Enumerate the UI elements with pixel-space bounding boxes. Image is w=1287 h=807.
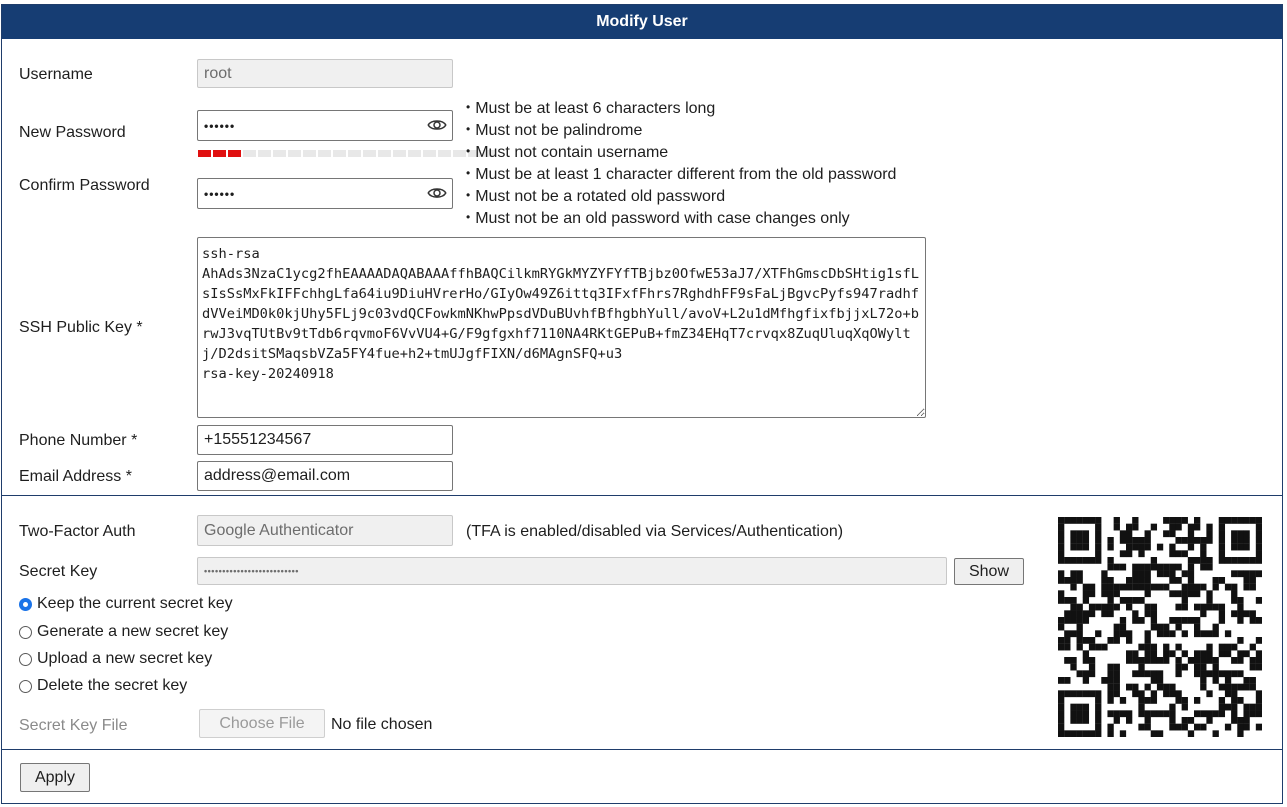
email-label: Email Address * <box>19 468 132 485</box>
tfa-note: (TFA is enabled/disabled via Services/Au… <box>466 523 844 540</box>
choose-file-button: Choose File <box>199 709 325 738</box>
radio-icon[interactable] <box>19 679 32 693</box>
strength-segment <box>363 150 376 157</box>
radio-label: Generate a new secret key <box>37 623 229 640</box>
phone-value: +15551234567 <box>204 431 312 448</box>
strength-segment <box>213 150 226 157</box>
email-value: address@email.com <box>204 467 351 484</box>
radio-label: Upload a new secret key <box>37 650 213 667</box>
password-rule: Must be at least 6 characters long <box>466 98 896 120</box>
confirm-password-field[interactable]: •••••• <box>197 178 453 209</box>
phone-input[interactable]: +15551234567 <box>197 425 453 455</box>
show-password-icon[interactable] <box>427 115 447 135</box>
strength-segment <box>333 150 346 157</box>
tfa-method-field: Google Authenticator <box>197 515 453 546</box>
secret-key-value: •••••••••••••••••••••••••• <box>204 566 299 576</box>
password-rule: Must not be a rotated old password <box>466 186 896 208</box>
file-status: No file chosen <box>331 716 433 733</box>
show-secret-key-button[interactable]: Show <box>954 558 1024 585</box>
panel-title: Modify User <box>2 5 1282 39</box>
footer-divider <box>2 749 1282 750</box>
password-rule: Must not contain username <box>466 142 896 164</box>
strength-segment <box>318 150 331 157</box>
ssh-key-textarea[interactable] <box>197 237 926 418</box>
secret-key-label: Secret Key <box>19 563 98 580</box>
radio-label: Keep the current secret key <box>37 595 233 612</box>
radio-label: Delete the secret key <box>37 677 188 694</box>
strength-segment <box>273 150 286 157</box>
strength-segment <box>348 150 361 157</box>
ssh-key-label: SSH Public Key * <box>19 319 143 336</box>
strength-segment <box>393 150 406 157</box>
password-rules-list: Must be at least 6 characters long Must … <box>466 98 896 230</box>
strength-segment <box>243 150 256 157</box>
secret-key-field: •••••••••••••••••••••••••• <box>197 557 947 585</box>
strength-segment <box>288 150 301 157</box>
strength-segment <box>438 150 451 157</box>
radio-icon[interactable] <box>19 652 32 666</box>
modify-user-panel: Modify User Username root New Password •… <box>1 4 1283 804</box>
phone-label: Phone Number * <box>19 432 138 449</box>
section-divider <box>2 495 1282 496</box>
strength-segment <box>453 150 466 157</box>
qr-code-image <box>1058 517 1262 737</box>
strength-segment <box>228 150 241 157</box>
username-field: root <box>197 59 453 88</box>
strength-segment <box>408 150 421 157</box>
password-rule: Must not be palindrome <box>466 120 896 142</box>
new-password-label: New Password <box>19 124 126 141</box>
show-confirm-password-icon[interactable] <box>427 183 447 203</box>
password-strength-meter <box>198 150 496 157</box>
password-rule: Must be at least 1 character different f… <box>466 164 896 186</box>
new-password-value: •••••• <box>204 118 236 133</box>
username-value: root <box>204 64 232 82</box>
radio-checked-icon[interactable] <box>19 597 32 611</box>
confirm-password-label: Confirm Password <box>19 177 150 194</box>
radio-delete-secret-key[interactable]: Delete the secret key <box>19 677 187 695</box>
radio-icon[interactable] <box>19 625 32 639</box>
confirm-password-value: •••••• <box>204 186 236 201</box>
password-rule: Must not be an old password with case ch… <box>466 208 896 230</box>
strength-segment <box>198 150 211 157</box>
radio-keep-secret-key[interactable]: Keep the current secret key <box>19 595 233 613</box>
strength-segment <box>258 150 271 157</box>
tfa-method-value: Google Authenticator <box>204 521 354 539</box>
radio-generate-secret-key[interactable]: Generate a new secret key <box>19 623 228 641</box>
username-label: Username <box>19 66 93 83</box>
apply-button[interactable]: Apply <box>20 763 90 792</box>
tfa-label: Two-Factor Auth <box>19 523 136 540</box>
email-input[interactable]: address@email.com <box>197 461 453 491</box>
strength-segment <box>303 150 316 157</box>
radio-upload-secret-key[interactable]: Upload a new secret key <box>19 650 212 668</box>
strength-segment <box>378 150 391 157</box>
new-password-field[interactable]: •••••• <box>197 110 453 141</box>
secret-key-file-label: Secret Key File <box>19 717 128 734</box>
strength-segment <box>423 150 436 157</box>
